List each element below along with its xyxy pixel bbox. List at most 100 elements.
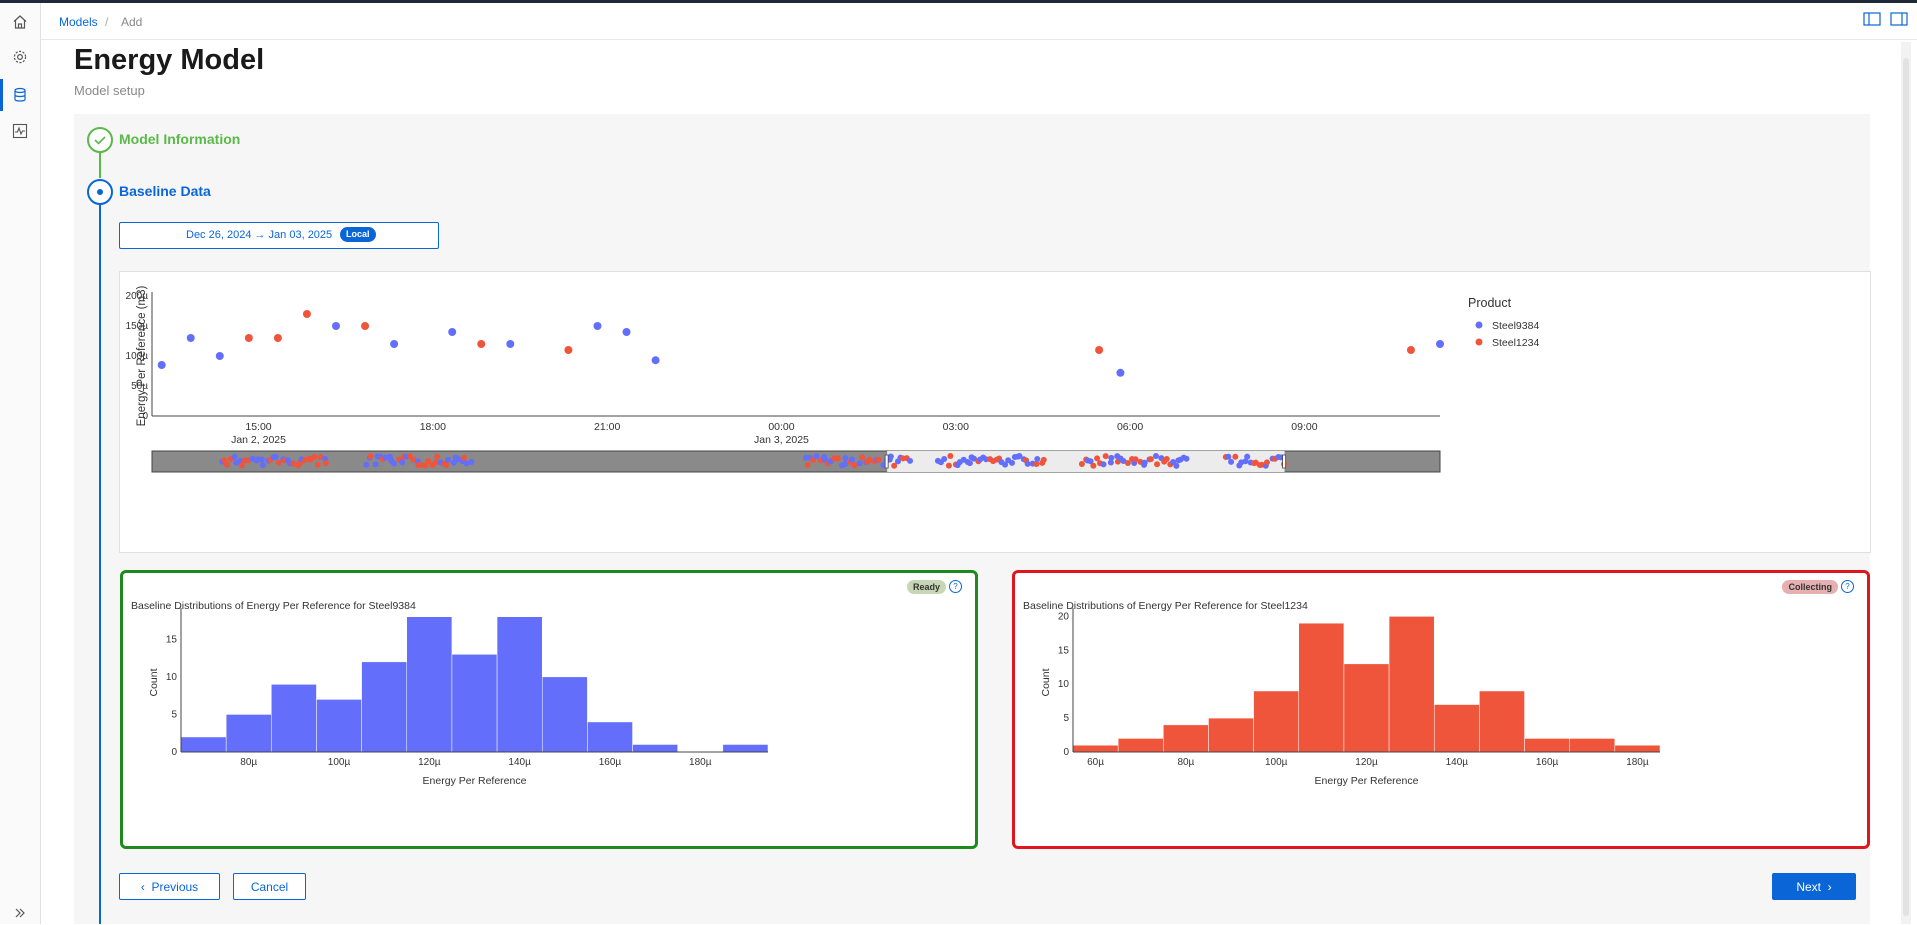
chevron-left-icon: ‹ (140, 879, 145, 894)
range-slider-point (1183, 455, 1190, 462)
histogram-bar (1298, 622, 1345, 753)
range-slider-point (1147, 456, 1154, 463)
histogram-bar (1072, 744, 1119, 753)
range-slider-point (1090, 462, 1097, 469)
y-tick-label: 15 (166, 634, 178, 645)
baseline-scatter-chart[interactable]: 050µ100µ150µ200µ15:00Jan 2, 202518:00 21:… (120, 272, 1870, 552)
histogram-bar (225, 714, 272, 753)
scatter-point-steel9384 (651, 356, 660, 365)
range-slider-point (258, 456, 265, 463)
scatter-point-steel9384 (506, 340, 515, 348)
x-axis-title: Energy Per Reference (1315, 775, 1419, 787)
scatter-point-steel9384 (593, 322, 602, 330)
panel-right-icon[interactable] (1890, 11, 1910, 29)
histogram-bar (180, 736, 227, 753)
panel-left-icon[interactable] (1863, 11, 1883, 29)
scatter-point-steel9384 (622, 328, 631, 336)
x-tick-label: 60µ (1087, 757, 1104, 768)
page-scrollbar-thumb[interactable] (1903, 58, 1909, 916)
range-slider-point (887, 453, 894, 460)
histogram-bar (541, 676, 588, 753)
histogram-bar (1569, 738, 1616, 753)
top-bar: Models / Add (41, 3, 1917, 40)
x-tick-label: 06:00 (1117, 421, 1143, 433)
activity-icon[interactable] (8, 119, 32, 143)
range-slider-point (813, 453, 820, 460)
range-slider-point (399, 459, 406, 466)
range-slider-point (941, 456, 948, 463)
next-button[interactable]: Next › (1772, 873, 1856, 900)
histogram-bar (316, 699, 362, 753)
cancel-button[interactable]: Cancel (233, 873, 306, 900)
x-tick-label: 120µ (1355, 757, 1378, 768)
scatter-point-steel9384 (448, 328, 457, 336)
y-tick-label: 5 (171, 709, 177, 720)
histogram-bar (632, 744, 678, 753)
x-tick-label: 18:00 (420, 421, 446, 433)
histogram-bar (1433, 704, 1480, 753)
x-tick-label: 180µ (1626, 757, 1649, 768)
x-tick-label: 100µ (1265, 757, 1288, 768)
range-slider-point (460, 454, 467, 461)
range-slider-point (842, 461, 849, 468)
step-connector-complete (99, 152, 101, 178)
x-tick-label: 180µ (689, 757, 712, 768)
range-slider-point (1102, 453, 1109, 460)
range-slider-point (947, 453, 954, 460)
histogram-bar (1388, 616, 1435, 753)
range-slider-point (1009, 459, 1016, 466)
step-active-indicator[interactable] (87, 179, 113, 205)
histogram-chart-steel9384: 0 5 10 15 80µ 100µ 120µ 140µ 160µ 180µ Energy Per … (148, 608, 769, 787)
legend-label-steel9384: Steel9384 (1492, 320, 1539, 332)
home-icon[interactable] (8, 10, 32, 34)
range-slider-point (849, 456, 856, 463)
x-tick-label: 80µ (240, 757, 257, 768)
x-tick-label: 160µ (1536, 757, 1559, 768)
range-slider-point (834, 455, 841, 462)
database-icon[interactable] (8, 83, 32, 107)
step-complete-indicator[interactable] (87, 127, 113, 153)
sidebar-active-indicator (0, 79, 3, 111)
range-slider-point (272, 453, 279, 460)
legend-label-steel1234: Steel1234 (1492, 337, 1539, 349)
x-tick-date-label: Jan 3, 2025 (754, 434, 809, 446)
scatter-point-steel1234 (1095, 346, 1104, 354)
previous-button[interactable]: ‹ Previous (119, 873, 220, 900)
date-range-picker[interactable]: Dec 26, 2024 → Jan 03, 2025 Local (119, 222, 439, 249)
double-chevron-right-icon[interactable] (8, 901, 32, 925)
step-baseline-data[interactable]: Baseline Data (119, 183, 211, 199)
range-slider-point (1244, 453, 1251, 460)
range-slider-point (1232, 453, 1239, 460)
legend-marker (1475, 321, 1483, 329)
range-slider-point (1163, 455, 1170, 462)
check-icon (94, 136, 106, 145)
scatter-point-steel9384 (332, 322, 340, 330)
x-tick-label: 100µ (328, 757, 351, 768)
x-tick-label: 120µ (418, 757, 441, 768)
y-tick-label: 5 (1063, 713, 1069, 724)
range-slider-point (372, 461, 379, 468)
page-subtitle: Model setup (74, 83, 145, 98)
gear-icon[interactable] (8, 45, 32, 69)
x-axis-title: Energy Per Reference (423, 775, 527, 787)
histogram-bar (1343, 663, 1390, 753)
range-slider-point (445, 456, 452, 463)
scatter-point-steel1234 (244, 334, 253, 342)
range-slider-point (907, 457, 914, 464)
scatter-point-steel1234 (564, 346, 573, 354)
breadcrumb-models[interactable]: Models (59, 15, 98, 29)
y-tick-label: 10 (166, 672, 178, 683)
scatter-point-steel1234 (273, 334, 282, 342)
y-axis-title: Energy Per Reference (m3) (136, 286, 148, 427)
scatter-point-steel9384 (157, 361, 166, 369)
step-model-information[interactable]: Model Information (119, 131, 240, 147)
range-slider-point (1108, 454, 1115, 461)
histogram-bar (1163, 724, 1209, 753)
y-axis-title: Count (1040, 668, 1052, 696)
histogram-bar (1479, 690, 1525, 753)
range-slider-point (1152, 453, 1159, 460)
range-slider-point (875, 456, 882, 463)
legend-title: Product (1468, 296, 1512, 310)
x-tick-label: 00:00 (768, 421, 794, 433)
histogram-bar (361, 661, 408, 753)
